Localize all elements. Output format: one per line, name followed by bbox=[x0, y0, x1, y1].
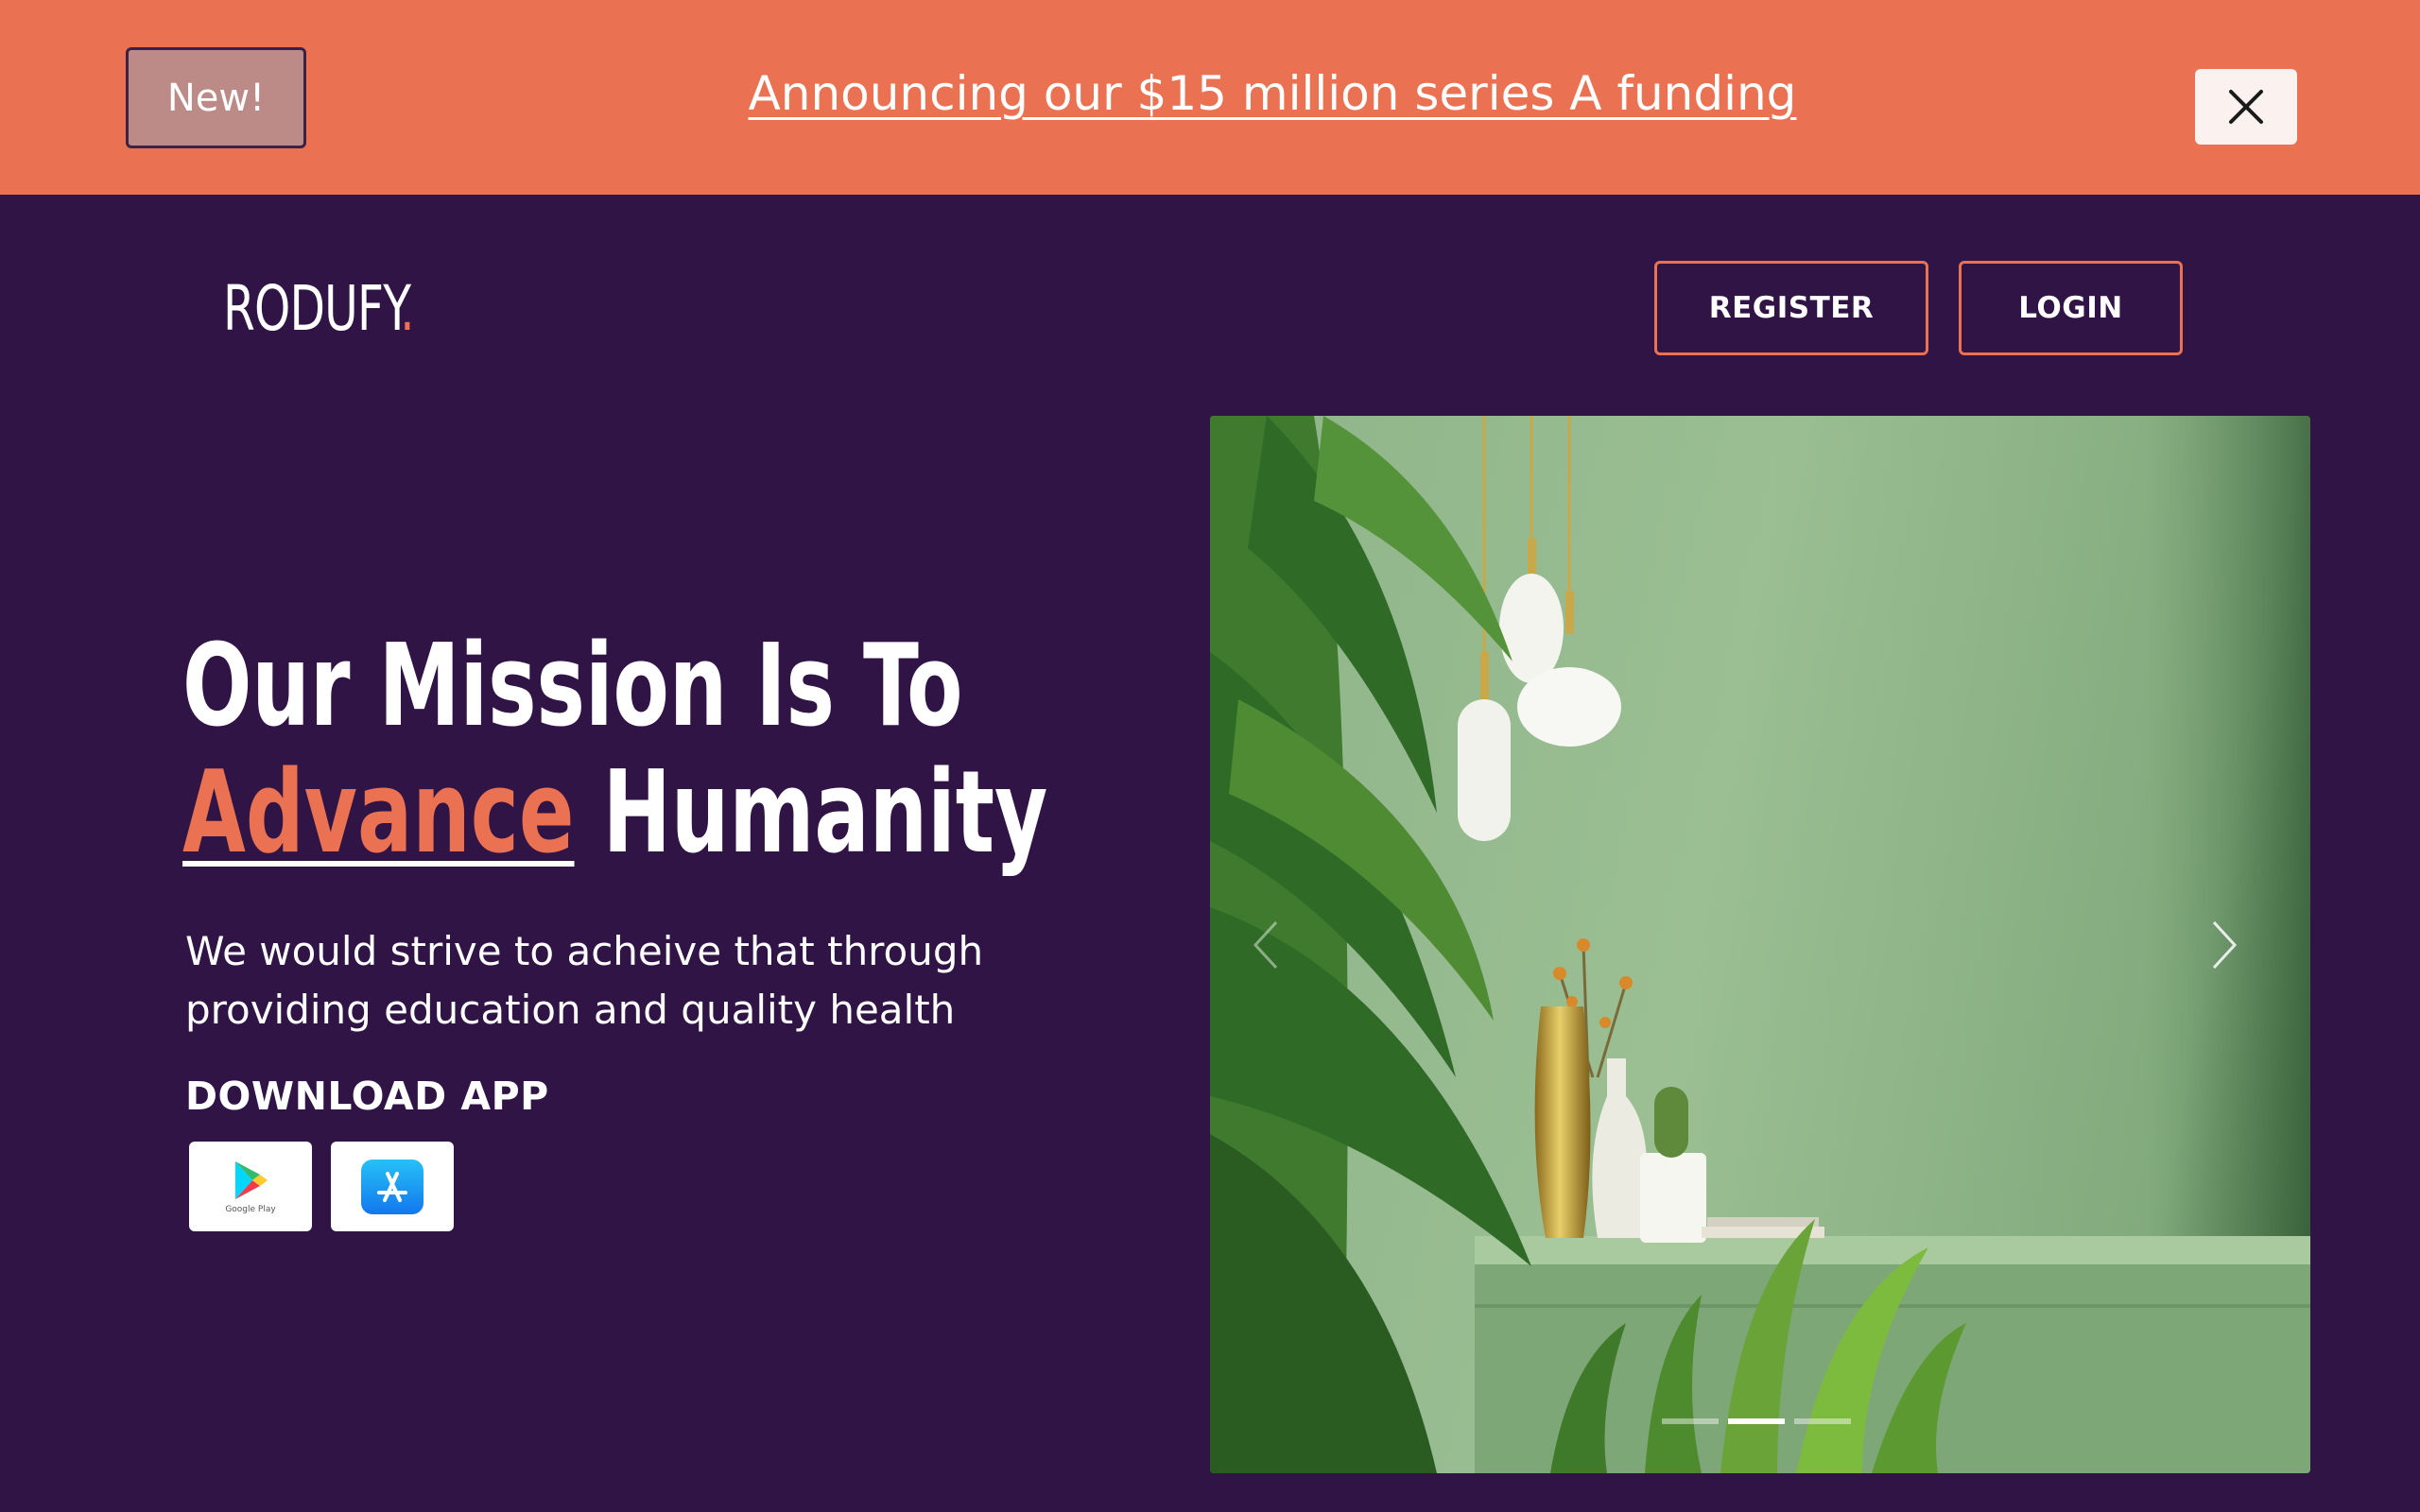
carousel-indicator-3[interactable] bbox=[1794, 1418, 1851, 1424]
google-play-icon bbox=[235, 1160, 268, 1199]
carousel-prev-button[interactable] bbox=[1233, 907, 1299, 983]
announcement-link[interactable]: Announcing our $15 million series A fund… bbox=[0, 66, 2420, 121]
register-button[interactable]: REGISTER bbox=[1654, 261, 1928, 355]
logo-dot: . bbox=[400, 272, 414, 345]
carousel-next-button[interactable] bbox=[2191, 907, 2257, 983]
google-play-caption: Google Play bbox=[225, 1204, 276, 1214]
hero-carousel bbox=[1210, 416, 2310, 1473]
carousel-indicator-2[interactable] bbox=[1728, 1418, 1785, 1424]
app-store-button[interactable] bbox=[331, 1142, 454, 1231]
carousel-indicator-1[interactable] bbox=[1662, 1418, 1719, 1424]
close-banner-button[interactable] bbox=[2195, 69, 2297, 145]
chevron-left-icon bbox=[1253, 920, 1278, 970]
hero-title: Our Mission Is To Advance Humanity bbox=[182, 624, 1047, 877]
announcement-banner: New! Announcing our $15 million series A… bbox=[0, 0, 2420, 195]
carousel-slide-image bbox=[1210, 416, 2310, 1473]
hero-title-accent: Advance bbox=[182, 747, 575, 879]
download-app-label: DOWNLOAD APP bbox=[185, 1074, 549, 1119]
chevron-right-icon bbox=[2212, 920, 2238, 970]
google-play-button[interactable]: Google Play bbox=[189, 1142, 312, 1231]
close-icon bbox=[2229, 90, 2263, 124]
logo-text: RODUFY bbox=[223, 272, 401, 345]
hero-title-line1: Our Mission Is To bbox=[182, 621, 963, 752]
carousel-indicators bbox=[1662, 1418, 1851, 1424]
hero-title-line2: Humanity bbox=[574, 747, 1048, 879]
app-store-icon bbox=[361, 1159, 424, 1214]
hero-subtitle: We would strive to acheive that through … bbox=[185, 928, 984, 1033]
login-button[interactable]: LOGIN bbox=[1959, 261, 2183, 355]
logo[interactable]: RODUFY. bbox=[223, 270, 415, 348]
